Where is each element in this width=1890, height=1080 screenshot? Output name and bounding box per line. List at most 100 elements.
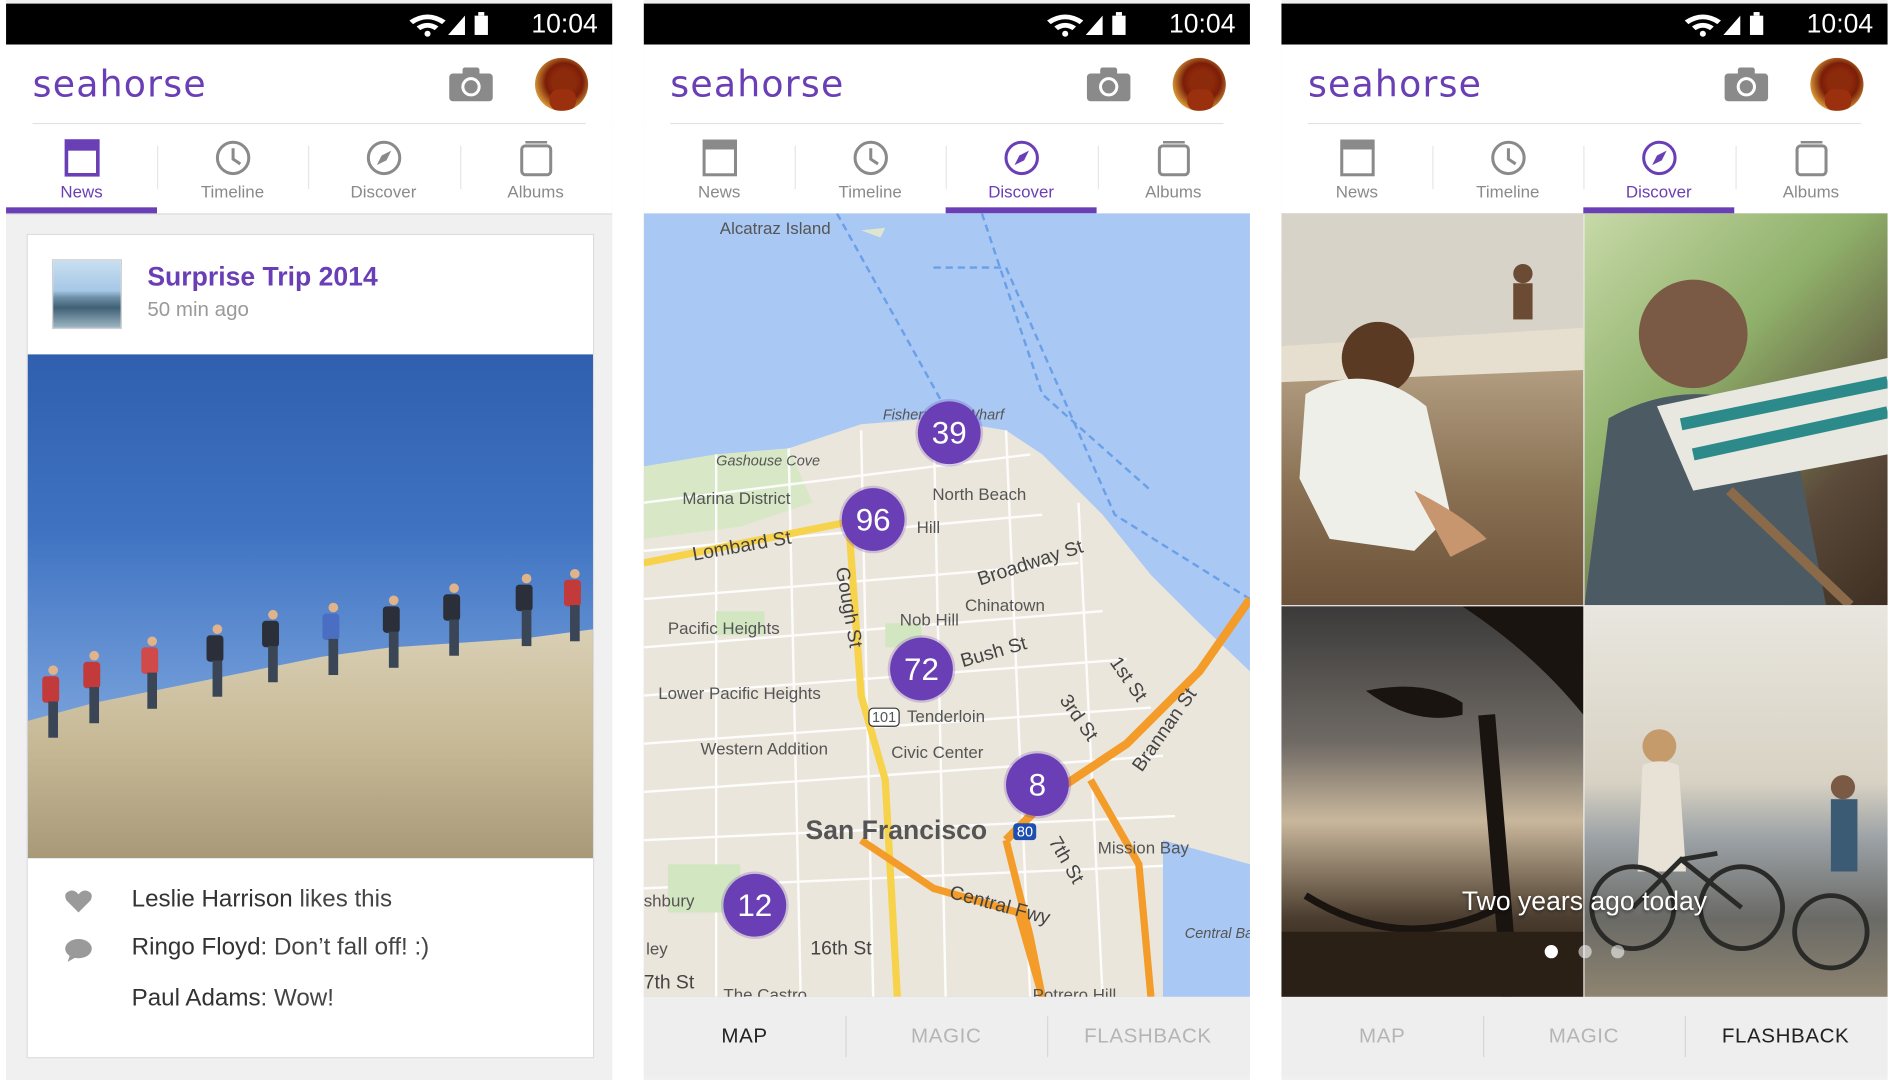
camera-icon[interactable] <box>448 66 494 102</box>
card-title[interactable]: Surprise Trip 2014 <box>147 262 377 293</box>
tab-albums[interactable]: Albums <box>1735 124 1886 213</box>
photo-bikes-on-beach[interactable] <box>1584 606 1888 997</box>
map-label: Central Ba <box>1184 924 1250 942</box>
photo-cluster-pin[interactable]: 12 <box>723 873 787 937</box>
avatar[interactable] <box>1172 57 1226 111</box>
camera-icon[interactable] <box>1723 66 1769 102</box>
map-label: Potrero Hill <box>1032 984 1117 997</box>
map-label: 7th St <box>643 972 695 994</box>
tab-news[interactable]: News <box>1281 124 1432 213</box>
photo-cluster-pin[interactable]: 39 <box>917 401 981 465</box>
avatar-image <box>1824 69 1852 111</box>
tab-label: Timeline <box>838 182 902 202</box>
signal-battery-icons <box>409 12 488 37</box>
status-time: 10:04 <box>1806 8 1874 39</box>
app-bar: seahorse <box>1281 44 1888 125</box>
tab-news[interactable]: News <box>644 124 795 213</box>
map-label: Hill <box>916 517 941 537</box>
map-label: Nob Hill <box>899 609 959 630</box>
phone-news-screen: 10:04 seahorse News Timeline Discover Al… <box>6 0 613 1080</box>
map-label: Western Addition <box>700 738 828 759</box>
news-icon <box>702 139 737 177</box>
hiker-figure <box>322 602 342 676</box>
photo-cluster-pin[interactable]: 72 <box>890 637 953 701</box>
tab-map[interactable]: MAP <box>644 997 846 1077</box>
tab-timeline[interactable]: Timeline <box>1432 124 1583 213</box>
tab-albums[interactable]: Albums <box>1098 124 1249 213</box>
hikers-photo[interactable] <box>27 354 593 859</box>
tab-timeline[interactable]: Timeline <box>157 124 308 213</box>
avatar-image <box>1187 69 1214 111</box>
tab-discover[interactable]: Discover <box>308 124 459 213</box>
photo-palm-hammock[interactable] <box>1281 606 1584 997</box>
map-label: Lower Pacific Heights <box>658 683 821 703</box>
news-icon <box>64 139 100 177</box>
map-label: ley <box>646 939 668 959</box>
highway-101-shield: 101 <box>868 707 900 727</box>
san-francisco-map[interactable]: Alcatraz Island Fisherman's Wharf Gashou… <box>643 213 1250 997</box>
interstate-80-shield: 80 <box>1013 823 1037 841</box>
comment-text: : Don’t fall off! :) <box>260 934 430 961</box>
avatar[interactable] <box>1810 57 1864 111</box>
page-dot[interactable] <box>1544 945 1558 959</box>
map-label: North Beach <box>932 484 1027 504</box>
tab-discover[interactable]: Discover <box>945 124 1097 214</box>
heart-icon[interactable] <box>64 890 93 914</box>
map-label: Mission Bay <box>1097 837 1189 858</box>
tab-discover[interactable]: Discover <box>1583 124 1735 214</box>
albums-icon <box>1157 141 1190 177</box>
album-thumbnail[interactable] <box>51 259 122 330</box>
news-icon <box>1340 139 1375 177</box>
tab-flashback[interactable]: FLASHBACK <box>1685 997 1887 1077</box>
status-bar: 10:04 <box>6 3 613 45</box>
map-label: Marina District <box>682 488 791 508</box>
map-label: Civic Center <box>891 742 984 762</box>
photo-child-on-beach[interactable] <box>1281 213 1584 606</box>
status-time: 10:04 <box>1168 8 1236 39</box>
hiker-figure <box>563 568 583 642</box>
tab-label: Timeline <box>1476 182 1540 202</box>
map-label: The Castro <box>723 984 808 997</box>
tab-magic[interactable]: MAGIC <box>1483 997 1685 1077</box>
tab-label: Discover <box>350 182 417 202</box>
map-label: Tenderloin <box>906 706 986 726</box>
tab-label: Albums <box>1782 182 1840 202</box>
map-label: Pacific Heights <box>667 618 780 638</box>
tab-label: Discover <box>988 182 1055 202</box>
tab-magic[interactable]: MAGIC <box>845 997 1047 1077</box>
top-tab-bar: News Timeline Discover Albums <box>643 124 1250 215</box>
timeline-clock-icon <box>1491 140 1526 176</box>
discover-compass-icon <box>1004 140 1039 176</box>
discover-mode-tabs: MAP MAGIC FLASHBACK <box>643 996 1250 1077</box>
page-dot[interactable] <box>1611 945 1625 959</box>
discover-compass-icon <box>1642 140 1677 176</box>
map-label: Chinatown <box>964 595 1045 615</box>
phone-discover-flashback-screen: 10:04 seahorse News Timeline Discover Al… <box>1281 0 1888 1080</box>
news-card[interactable]: Surprise Trip 2014 50 min ago Leslie Har… <box>26 233 595 1059</box>
photo-cluster-pin[interactable]: 96 <box>841 488 905 551</box>
page-dot[interactable] <box>1577 945 1592 959</box>
timeline-clock-icon <box>215 140 251 176</box>
signal-battery-icons <box>1047 12 1126 37</box>
photo-illustration <box>1281 213 1584 557</box>
avatar[interactable] <box>535 57 589 111</box>
tab-map[interactable]: MAP <box>1281 997 1483 1077</box>
status-bar: 10:04 <box>643 3 1250 45</box>
tab-flashback[interactable]: FLASHBACK <box>1047 997 1249 1077</box>
hiker-figure <box>206 624 226 697</box>
comment-text: likes this <box>292 885 393 913</box>
avatar-image <box>549 69 577 111</box>
tab-timeline[interactable]: Timeline <box>795 124 946 213</box>
hiker-figure <box>141 636 161 709</box>
hiker-figure <box>443 583 463 656</box>
commenter-name[interactable]: Paul Adams <box>132 985 261 1012</box>
comment-bubble-icon[interactable] <box>64 938 93 962</box>
commenter-name[interactable]: Ringo Floyd <box>132 934 261 961</box>
tab-news[interactable]: News <box>6 124 158 214</box>
camera-icon[interactable] <box>1086 66 1132 102</box>
photo-cluster-pin[interactable]: 8 <box>1006 753 1069 817</box>
photo-man-with-towel[interactable] <box>1584 213 1888 606</box>
commenter-name[interactable]: Leslie Harrison <box>132 886 293 913</box>
tab-albums[interactable]: Albums <box>460 124 611 213</box>
flashback-caption: Two years ago today <box>1461 885 1708 917</box>
